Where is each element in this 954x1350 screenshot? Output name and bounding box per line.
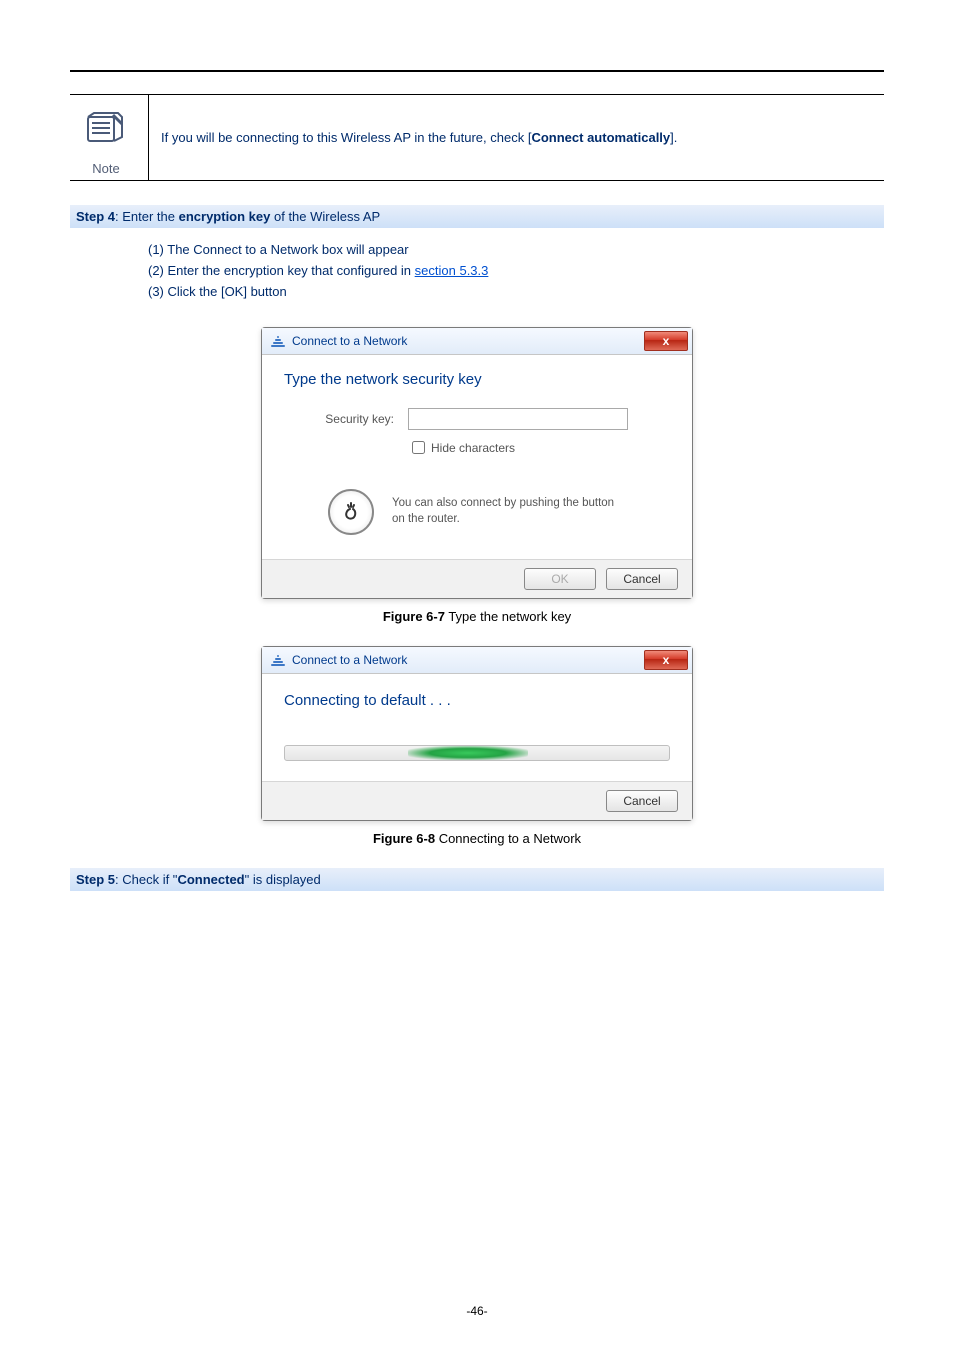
progress-bar	[284, 745, 670, 761]
note-block: Note If you will be connecting to this W…	[70, 94, 884, 181]
dialog2-title: Connect to a Network	[292, 653, 644, 667]
step4-list: (1) The Connect to a Network box will ap…	[70, 228, 884, 321]
connecting-text: Connecting to default . . .	[284, 692, 670, 709]
hide-characters-checkbox[interactable]	[412, 441, 425, 454]
note-icon	[76, 99, 136, 159]
wps-text: You can also connect by pushing the butt…	[392, 496, 622, 527]
network-icon	[270, 333, 286, 349]
dialog-connecting: Connect to a Network x Connecting to def…	[261, 646, 693, 821]
dialog1-heading: Type the network security key	[284, 371, 670, 388]
ok-button[interactable]: OK	[524, 568, 596, 590]
close-button[interactable]: x	[644, 650, 688, 670]
link-section-5-3-3[interactable]: section 5.3.3	[415, 263, 489, 278]
close-icon: x	[663, 654, 670, 666]
cancel-button[interactable]: Cancel	[606, 568, 678, 590]
network-icon	[270, 652, 286, 668]
dialog1-titlebar: Connect to a Network x	[262, 328, 692, 355]
security-key-label: Security key:	[284, 412, 408, 426]
dialog1-title: Connect to a Network	[292, 334, 644, 348]
figure-6-7-caption: Figure 6-7 Type the network key	[70, 609, 884, 624]
dialog-security-key: Connect to a Network x Type the network …	[261, 327, 693, 599]
security-key-input[interactable]	[408, 408, 628, 430]
note-label: Note	[92, 161, 119, 176]
wps-row: You can also connect by pushing the butt…	[284, 489, 670, 535]
wps-icon	[328, 489, 374, 535]
page-number: -46-	[0, 1304, 954, 1318]
note-text: If you will be connecting to this Wirele…	[148, 95, 884, 180]
note-icon-cell: Note	[70, 95, 148, 180]
close-icon: x	[663, 335, 670, 347]
cancel-button[interactable]: Cancel	[606, 790, 678, 812]
step5-banner: Step 5: Check if "Connected" is displaye…	[70, 868, 884, 891]
step4-banner: Step 4: Enter the encryption key of the …	[70, 205, 884, 228]
figure-6-8-caption: Figure 6-8 Connecting to a Network	[70, 831, 884, 846]
close-button[interactable]: x	[644, 331, 688, 351]
hide-characters-label: Hide characters	[431, 441, 515, 455]
step4-item-2: (2) Enter the encryption key that config…	[148, 263, 884, 278]
dialog2-titlebar: Connect to a Network x	[262, 647, 692, 674]
top-rule	[70, 70, 884, 72]
step4-item-1: (1) The Connect to a Network box will ap…	[148, 242, 884, 257]
step4-item-3: (3) Click the [OK] button	[148, 284, 884, 299]
